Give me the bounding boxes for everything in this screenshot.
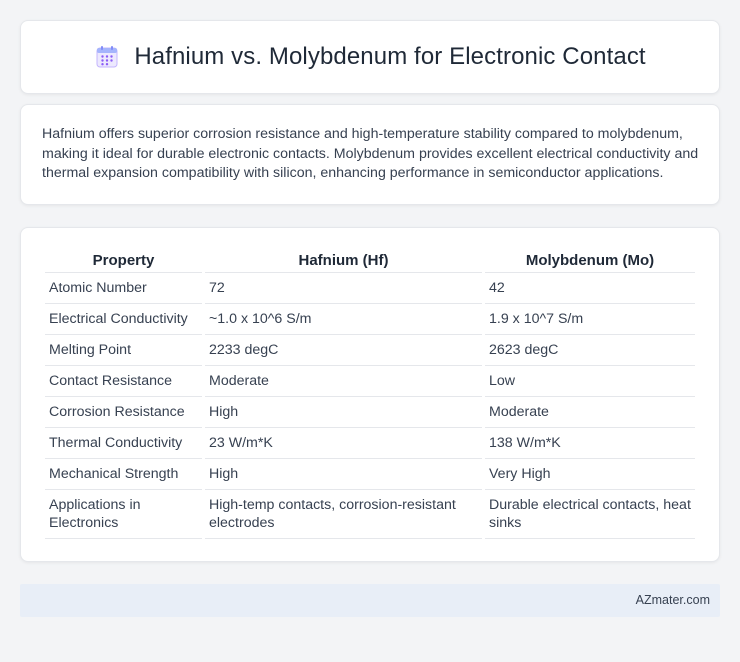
hafnium-cell: Moderate xyxy=(205,366,482,397)
molybdenum-cell: 1.9 x 10^7 S/m xyxy=(485,304,695,335)
hafnium-cell: High-temp contacts, corrosion-resistant … xyxy=(205,490,482,539)
table-row: Thermal Conductivity 23 W/m*K 138 W/m*K xyxy=(45,428,695,459)
molybdenum-cell: Durable electrical contacts, heat sinks xyxy=(485,490,695,539)
column-header-property: Property xyxy=(45,248,202,273)
intro-paragraph: Hafnium offers superior corrosion resist… xyxy=(42,126,699,181)
property-cell: Contact Resistance xyxy=(45,366,202,397)
column-header-hafnium: Hafnium (Hf) xyxy=(205,248,482,273)
table-header-row: Property Hafnium (Hf) Molybdenum (Mo) xyxy=(45,248,695,273)
property-cell: Melting Point xyxy=(45,335,202,366)
table-row: Mechanical Strength High Very High xyxy=(45,459,695,490)
property-cell: Mechanical Strength xyxy=(45,459,202,490)
property-cell: Corrosion Resistance xyxy=(45,397,202,428)
molybdenum-cell: Very High xyxy=(485,459,695,490)
table-row: Electrical Conductivity ~1.0 x 10^6 S/m … xyxy=(45,304,695,335)
table-row: Melting Point 2233 degC 2623 degC xyxy=(45,335,695,366)
calendar-icon xyxy=(94,44,120,70)
intro-card: Hafnium offers superior corrosion resist… xyxy=(20,104,720,205)
molybdenum-cell: 42 xyxy=(485,273,695,304)
page-title: Hafnium vs. Molybdenum for Electronic Co… xyxy=(134,43,646,70)
table-row: Applications in Electronics High-temp co… xyxy=(45,490,695,539)
table-row: Corrosion Resistance High Moderate xyxy=(45,397,695,428)
footer-bar: AZmater.com xyxy=(20,583,720,617)
molybdenum-cell: Low xyxy=(485,366,695,397)
molybdenum-cell: 138 W/m*K xyxy=(485,428,695,459)
footer-brand: AZmater.com xyxy=(635,593,710,607)
molybdenum-cell: Moderate xyxy=(485,397,695,428)
property-cell: Applications in Electronics xyxy=(45,490,202,539)
molybdenum-cell: 2623 degC xyxy=(485,335,695,366)
property-cell: Electrical Conductivity xyxy=(45,304,202,335)
property-cell: Atomic Number xyxy=(45,273,202,304)
hafnium-cell: 2233 degC xyxy=(205,335,482,366)
comparison-table: Property Hafnium (Hf) Molybdenum (Mo) At… xyxy=(42,248,698,539)
table-row: Atomic Number 72 42 xyxy=(45,273,695,304)
hafnium-cell: ~1.0 x 10^6 S/m xyxy=(205,304,482,335)
title-card: Hafnium vs. Molybdenum for Electronic Co… xyxy=(20,20,720,94)
hafnium-cell: 23 W/m*K xyxy=(205,428,482,459)
comparison-card: Property Hafnium (Hf) Molybdenum (Mo) At… xyxy=(20,226,720,562)
hafnium-cell: High xyxy=(205,459,482,490)
hafnium-cell: 72 xyxy=(205,273,482,304)
column-header-molybdenum: Molybdenum (Mo) xyxy=(485,248,695,273)
table-row: Contact Resistance Moderate Low xyxy=(45,366,695,397)
property-cell: Thermal Conductivity xyxy=(45,428,202,459)
hafnium-cell: High xyxy=(205,397,482,428)
